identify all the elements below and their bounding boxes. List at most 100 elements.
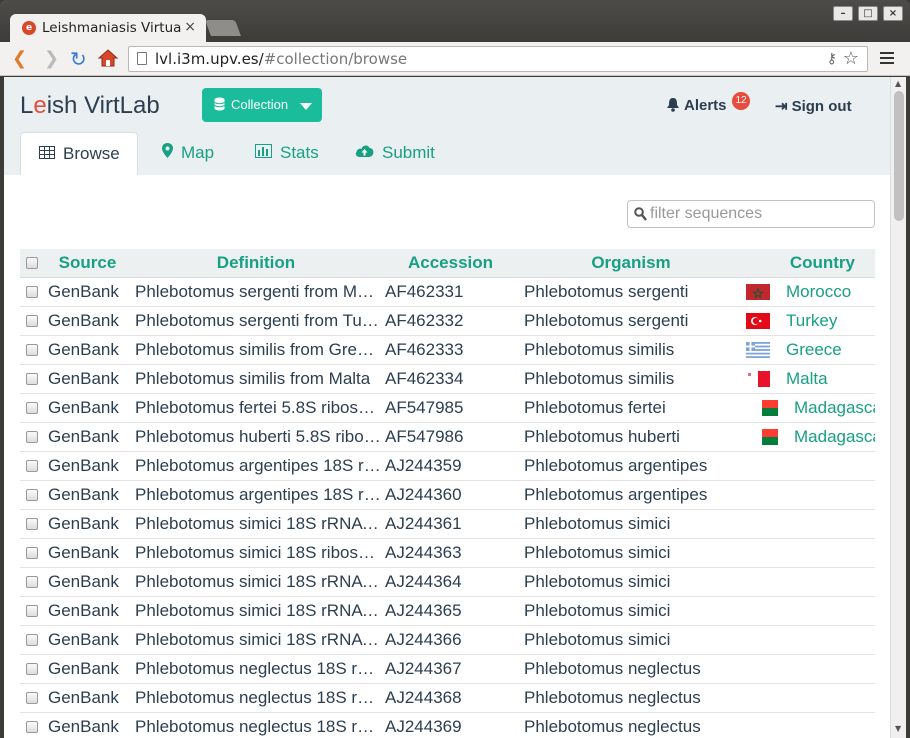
organism-cell: Phlebotomus simici	[520, 566, 742, 596]
key-icon[interactable]: ⚷	[827, 51, 837, 67]
sequences-table: Source Definition Accession Organism Cou…	[20, 249, 875, 738]
table-row[interactable]: GenBank Phlebotomus simici 18S rRNA gene A…	[20, 508, 875, 538]
country-link[interactable]: Madagascar	[794, 398, 875, 417]
row-checkbox[interactable]	[20, 392, 44, 422]
column-header-accession[interactable]: Accession	[381, 249, 520, 278]
row-checkbox[interactable]	[20, 276, 44, 306]
row-checkbox[interactable]	[20, 595, 44, 625]
table-row[interactable]: GenBank Phlebotomus neglectus 18S rRNA AJ2…	[20, 653, 875, 683]
close-tab-icon[interactable]: ×	[184, 19, 196, 35]
accession-cell: AF462331	[381, 276, 520, 306]
select-all-checkbox[interactable]	[20, 249, 44, 278]
forward-arrow-icon[interactable]: ❯	[44, 50, 59, 68]
row-checkbox[interactable]	[20, 479, 44, 509]
organism-cell: Phlebotomus fertei	[520, 392, 742, 422]
scroll-thumb[interactable]	[894, 91, 904, 221]
accession-cell: AJ244359	[381, 450, 520, 480]
organism-cell: Phlebotomus neglectus	[520, 653, 742, 683]
table-row[interactable]: GenBankPhlebotomus simici 18S ribosomal …	[20, 537, 875, 567]
table-row[interactable]: GenBank Phlebotomus simici 18S rRNA gene A…	[20, 566, 875, 596]
column-header-source[interactable]: Source	[44, 249, 131, 278]
map-marker-icon	[162, 143, 173, 163]
row-checkbox[interactable]	[20, 537, 44, 567]
source-cell: GenBank	[44, 276, 131, 306]
row-checkbox[interactable]	[20, 508, 44, 538]
new-tab-button[interactable]	[205, 20, 241, 36]
table-row[interactable]: GenBank Phlebotomus sergenti from Morocco…	[20, 276, 875, 306]
table-row[interactable]: GenBank Phlebotomus simici 18S rRNA gene A…	[20, 595, 875, 625]
table-row[interactable]: GenBank Phlebotomus argentipes 18S rRNA AJ…	[20, 479, 875, 509]
cloud-upload-icon	[355, 143, 374, 163]
accession-cell: AJ244367	[381, 653, 520, 683]
table-row[interactable]: GenBank Phlebotomus argentipes 18S rRNA AJ…	[20, 450, 875, 480]
bookmark-star-icon[interactable]: ☆	[843, 48, 859, 69]
organism-cell: Phlebotomus sergenti	[520, 276, 742, 306]
source-cell: GenBank	[44, 595, 131, 625]
scroll-down-arrow-icon[interactable]: ▼	[895, 724, 901, 733]
organism-cell: Phlebotomus argentipes	[520, 479, 742, 509]
tab-browse[interactable]: Browse	[20, 132, 138, 175]
alerts-count-badge: 12	[732, 92, 750, 110]
sign-out-link[interactable]: ⇥ Sign out	[775, 97, 852, 115]
column-header-definition[interactable]: Definition	[131, 249, 381, 278]
back-arrow-icon[interactable]: ❮	[12, 50, 27, 68]
definition-cell: Phlebotomus argentipes 18S rRNA	[131, 450, 381, 480]
row-checkbox[interactable]	[20, 334, 44, 364]
row-checkbox[interactable]	[20, 624, 44, 654]
maximize-button[interactable]: □	[858, 6, 878, 21]
row-checkbox[interactable]	[20, 566, 44, 596]
definition-cell: Phlebotomus sergenti from Turkey	[131, 305, 381, 335]
brand-logo[interactable]: Leish VirtLab	[20, 92, 160, 120]
browser-tab[interactable]: e Leishmaniasis Virtual ×	[10, 14, 206, 43]
tab-submit[interactable]: Submit	[355, 132, 435, 175]
scroll-up-arrow-icon[interactable]: ▲	[895, 79, 901, 88]
table-row[interactable]: GenBank Phlebotomus simici 18S rRNA gene A…	[20, 624, 875, 654]
table-row[interactable]: GenBank Phlebotomus sergenti from Turkey A…	[20, 305, 875, 335]
column-header-organism[interactable]: Organism	[520, 249, 742, 278]
accession-cell: AF462333	[381, 334, 520, 364]
table-row[interactable]: GenBank Phlebotomus similis from Malta AF4…	[20, 363, 875, 393]
country-cell	[742, 566, 875, 596]
page-icon	[137, 52, 147, 65]
collection-dropdown-button[interactable]: Collection	[202, 88, 322, 122]
column-header-country[interactable]: Country	[742, 249, 875, 278]
site-favicon-icon: e	[22, 21, 36, 35]
row-checkbox[interactable]	[20, 421, 44, 451]
country-link[interactable]: Turkey	[786, 311, 837, 330]
source-cell: GenBank	[44, 537, 131, 567]
close-window-button[interactable]: ×	[883, 6, 903, 21]
row-checkbox[interactable]	[20, 305, 44, 335]
row-checkbox[interactable]	[20, 653, 44, 683]
table-row[interactable]: GenBank Phlebotomus neglectus 18S rRNA AJ2…	[20, 711, 875, 738]
browser-window: e Leishmaniasis Virtual × – □ × ❮ ❯ ↻ lv…	[0, 0, 910, 738]
row-checkbox[interactable]	[20, 450, 44, 480]
collection-label: Collection	[231, 97, 289, 112]
row-checkbox[interactable]	[20, 363, 44, 393]
country-link[interactable]: Malta	[786, 369, 828, 388]
definition-cell: Phlebotomus argentipes 18S rRNA	[131, 479, 381, 509]
table-row[interactable]: GenBankPhlebotomus fertei 5.8S ribosomal…	[20, 392, 875, 422]
menu-icon[interactable]	[880, 52, 894, 67]
row-checkbox[interactable]	[20, 711, 44, 738]
row-checkbox[interactable]	[20, 682, 44, 712]
accession-cell: AJ244368	[381, 682, 520, 712]
filter-sequences-input[interactable]: filter sequences	[627, 200, 875, 228]
minimize-button[interactable]: –	[833, 6, 853, 21]
address-bar[interactable]: lvl.i3m.upv.es/#collection/browse ⚷ ☆	[128, 46, 868, 72]
page-scrollbar[interactable]: ▲ ▼	[890, 77, 906, 738]
tab-stats[interactable]: Stats	[255, 132, 319, 175]
tab-map[interactable]: Map	[162, 132, 214, 175]
home-icon[interactable]	[97, 49, 119, 71]
table-row[interactable]: GenBank Phlebotomus neglectus 18S rRNA AJ2…	[20, 682, 875, 712]
country-link[interactable]: Madagascar	[794, 427, 875, 446]
table-row[interactable]: GenBank Phlebotomus similis from Greece AF…	[20, 334, 875, 364]
organism-cell: Phlebotomus argentipes	[520, 450, 742, 480]
country-link[interactable]: Morocco	[786, 282, 851, 301]
country-cell: Malta	[742, 363, 875, 393]
alerts-link[interactable]: Alerts	[666, 97, 727, 114]
country-link[interactable]: Greece	[786, 340, 842, 359]
table-row[interactable]: GenBankPhlebotomus huberti 5.8S ribosoma…	[20, 421, 875, 451]
accession-cell: AJ244364	[381, 566, 520, 596]
reload-icon[interactable]: ↻	[70, 49, 87, 69]
definition-cell: Phlebotomus huberti 5.8S ribosomal RNA	[131, 421, 381, 451]
